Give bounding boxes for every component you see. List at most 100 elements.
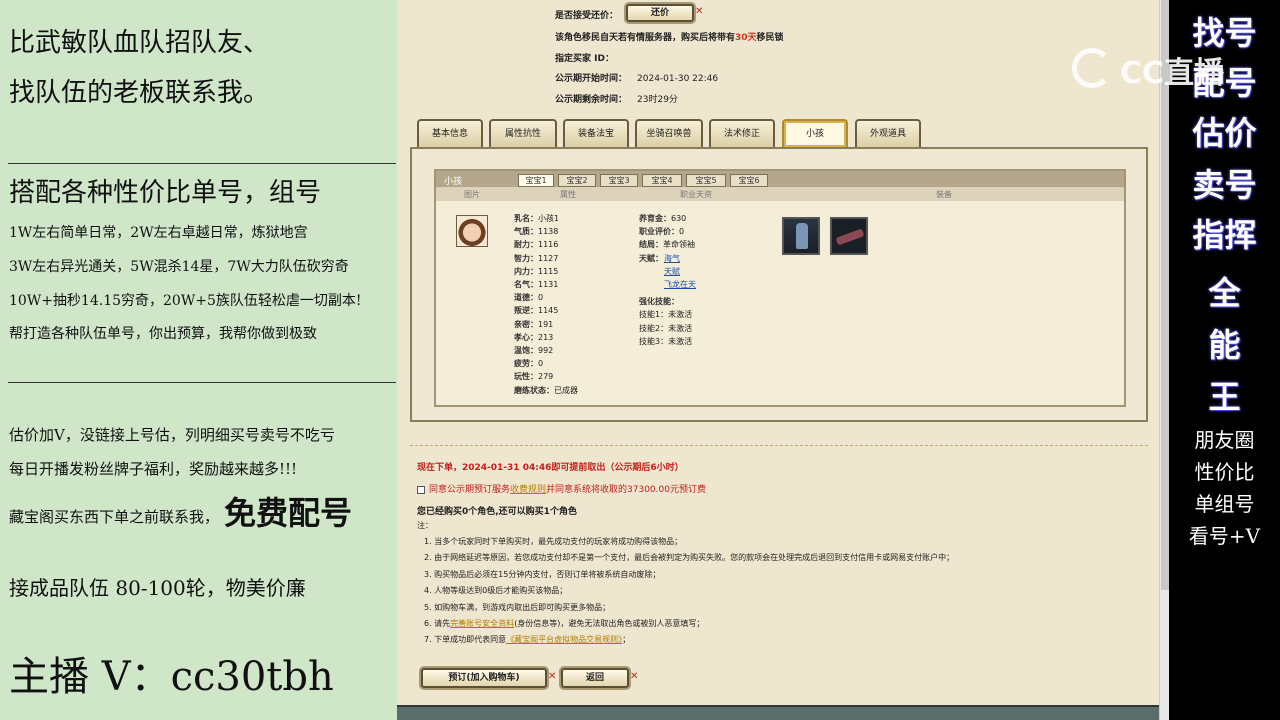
promo-big-line: 卖号 (1192, 166, 1257, 204)
note-item: 5. 如购物车满，到游戏内取出后即可购买更多物品； (424, 603, 611, 612)
promo-panel-left: 比武敏队血队招队友、 找队伍的老板联系我。 搭配各种性价比单号，组号 1W左右简… (0, 0, 397, 720)
buyer-id-label: 指定买家 ID： (555, 54, 614, 64)
child-panel: 小孩 宝宝1 宝宝2 宝宝3 宝宝4 宝宝5 宝宝6 图片 属性 职业天资 装备… (410, 147, 1148, 422)
promo-line: 帮打造各种队伍单号，你出预算，我帮你做到极致 (9, 326, 317, 342)
skill-item: 技能1：未激活 (639, 310, 693, 320)
child-table: 小孩 宝宝1 宝宝2 宝宝3 宝宝4 宝宝5 宝宝6 图片 属性 职业天资 装备… (434, 169, 1126, 407)
talent-link[interactable]: 海气 (664, 253, 680, 264)
start-time: 公示期开始时间： 2024-01-30 22:46 (555, 74, 719, 84)
promo-panel-right: 找号 配号 估价 卖号 指挥 全 能 王 朋友圈 性价比 单组号 看号+V (1169, 0, 1280, 720)
talent-link[interactable]: 天赋 (664, 266, 680, 277)
promo-big-line: 王 (1208, 378, 1241, 416)
child-stat: 疲劳：0 (514, 359, 544, 369)
reserve-button[interactable]: 预订(加入购物车) (421, 668, 547, 688)
child-stat: 内力：1115 (514, 266, 559, 276)
note-item: 4. 人物等级达到0级后才能购买该物品； (424, 586, 568, 595)
promo-highlight: 免费配号 (224, 494, 353, 532)
child-stat: 亲密：191 (514, 319, 554, 329)
equipment-slot-1[interactable] (782, 217, 820, 255)
child-stat: 气质：1138 (514, 227, 559, 237)
col-attributes: 属性 (560, 190, 576, 199)
subtab-baby-4[interactable]: 宝宝4 (642, 174, 682, 187)
promo-small-line: 单组号 (1194, 492, 1255, 516)
promo-line: 10W+抽秒14.15穷奇，20W+5族队伍轻松虐一切副本! (9, 293, 362, 309)
col-equipment: 装备 (936, 190, 952, 199)
tab-basic[interactable]: 基本信息 (417, 119, 483, 147)
subtab-baby-6[interactable]: 宝宝6 (730, 174, 768, 187)
career-stat: 结局：革命领袖 (639, 240, 695, 250)
agree-checkbox[interactable] (417, 485, 425, 494)
trade-rules-link[interactable]: 《藏宝阁平台虚拟物品交易规则》 (506, 635, 622, 644)
note-item: 7. 下单成功即代表同意《藏宝阁平台虚拟物品交易规则》； (424, 635, 631, 644)
child-stat: 名气：1131 (514, 280, 559, 289)
promo-small-line: 朋友圈 (1194, 428, 1255, 452)
tab-equipment[interactable]: 装备法宝 (563, 119, 629, 147)
vertical-scrollbar[interactable] (1159, 0, 1169, 720)
subtab-baby-5[interactable]: 宝宝5 (686, 174, 726, 187)
talent-link[interactable]: 飞龙在天 (664, 279, 696, 290)
fee-rules-link[interactable]: 收费规则 (510, 485, 546, 495)
promo-small-line: 看号+V (1188, 524, 1261, 548)
promo-big-line: 能 (1208, 326, 1241, 364)
equipment-slot-2[interactable] (830, 217, 868, 255)
back-button[interactable]: 返回 (561, 668, 629, 688)
column-headers: 图片 属性 职业天资 装备 (436, 187, 1124, 201)
promo-line: 3W左右异光通关，5W混杀14星，7W大力队伍砍穷奇 (9, 259, 349, 275)
trade-page: 是否接受还价： 还价 ✕ 该角色移民自天若有情服务器，购买后将带有30天移民锁 … (397, 0, 1159, 720)
child-stat: 乳名：小孩1 (514, 214, 560, 223)
child-stat: 智力：1127 (514, 253, 559, 263)
promo-line: 每日开播发粉丝牌子福利，奖励越来越多!!! (9, 460, 298, 478)
skill-item: 技能3：未激活 (639, 336, 693, 346)
remain-time: 公示期剩余时间： 23时29分 (555, 95, 678, 105)
cc-logo-text: CC直播 (1120, 56, 1225, 91)
promo-line: 接成品队伍 80-100轮，物美价廉 (9, 576, 306, 600)
promo-big-line: 全 (1208, 274, 1241, 312)
tab-appearance[interactable]: 外观道具 (855, 119, 921, 147)
skill-label: 强化技能： (639, 297, 679, 307)
subtab-baby-1[interactable]: 宝宝1 (518, 174, 554, 187)
child-table-title: 小孩 (444, 177, 463, 187)
child-stat: 玩性：279 (514, 372, 554, 382)
promo-line: 搭配各种性价比单号，组号 (9, 178, 322, 208)
note-item: 1. 当多个玩家同时下单购买时，最先成功支付的玩家将成功购得该物品； (424, 537, 683, 546)
agree-row: 同意公示期预订服务收费规则并同意系统将收取的37300.00元预订费 (417, 482, 706, 495)
child-stat: 叛逆：1145 (514, 306, 559, 316)
child-table-header: 小孩 宝宝1 宝宝2 宝宝3 宝宝4 宝宝5 宝宝6 (436, 171, 1124, 187)
divider (410, 445, 1148, 446)
skill-item: 技能2：未激活 (639, 323, 693, 333)
security-info-link[interactable]: 完善账号安全资料 (450, 619, 514, 628)
child-stat: 孝心：213 (514, 332, 554, 342)
child-stat: 道德：0 (514, 293, 544, 303)
child-stat: 磨练状态：已成器 (514, 385, 578, 395)
child-stat: 耐力：1116 (514, 240, 559, 250)
promo-line: 找队伍的老板联系我。 (9, 78, 270, 108)
note-item: 6. 请先完善账号安全资料(身份信息等)，避免无法取出角色或被别人恶意填写； (424, 619, 705, 628)
close-icon[interactable]: ✕ (630, 671, 638, 682)
migrate-note: 该角色移民自天若有情服务器，购买后将带有30天移民锁 (555, 33, 784, 43)
promo-line: 藏宝阁买东西下单之前联系我， (9, 508, 220, 526)
talent-label: 天赋： (639, 253, 663, 263)
promo-line: 估价加V，没链接上号估，列明细买号卖号不吃亏 (9, 426, 335, 444)
close-icon[interactable]: ✕ (548, 671, 556, 682)
close-icon[interactable]: ✕ (695, 6, 703, 17)
col-image: 图片 (464, 190, 480, 199)
tab-attributes[interactable]: 属性抗性 (489, 119, 557, 147)
career-stat: 职业评价：0 (639, 227, 685, 237)
promo-line: 1W左右简单日常，2W左右卓越日常，炼狱地宫 (9, 225, 308, 241)
tab-mounts[interactable]: 坐骑召唤兽 (635, 119, 703, 147)
note-item: 2. 由于网络延迟等原因，若您成功支付却不是第一个支付，最后会被判定为购买失败。… (424, 553, 955, 562)
tab-child[interactable]: 小孩 (782, 119, 848, 147)
child-stat: 温饱：992 (514, 346, 554, 355)
note-item: 3. 购买物品后必须在15分钟内支付，否则订单将被系统自动废除； (424, 570, 661, 579)
streamer-contact: 主播 V：cc30tbh (9, 654, 334, 700)
cc-logo-icon (1072, 48, 1112, 88)
divider (8, 382, 396, 383)
subtab-baby-3[interactable]: 宝宝3 (600, 174, 638, 187)
subtab-baby-2[interactable]: 宝宝2 (558, 174, 596, 187)
notes-label: 注： (417, 521, 433, 530)
bargain-button[interactable]: 还价 (626, 4, 694, 22)
tab-spells[interactable]: 法术修正 (709, 119, 775, 147)
career-stat: 养育金：630 (639, 214, 687, 223)
promo-big-line: 估价 (1192, 114, 1257, 152)
col-career: 职业天资 (680, 190, 712, 199)
